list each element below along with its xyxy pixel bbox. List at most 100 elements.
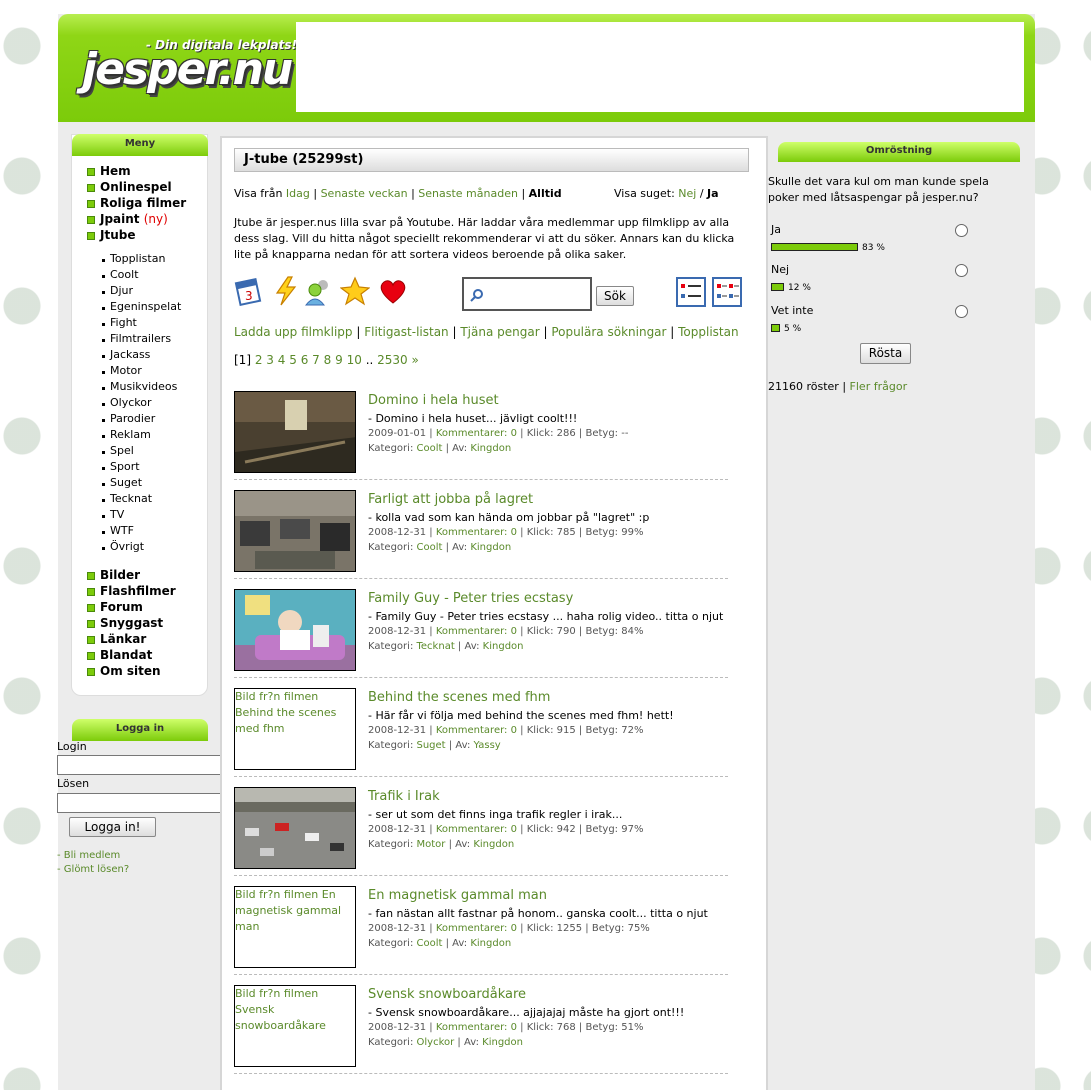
video-comments-link[interactable]: Kommentarer: 0 [436, 626, 517, 637]
filter-always[interactable]: Alltid [529, 187, 562, 200]
video-thumbnail[interactable] [234, 391, 356, 473]
video-comments-link[interactable]: Kommentarer: 0 [436, 428, 517, 439]
submenu-item-13[interactable]: Sport [102, 459, 140, 475]
submenu-item-11[interactable]: Reklam [102, 427, 151, 443]
password-input[interactable] [57, 793, 234, 813]
suget-no-link[interactable]: Nej [678, 187, 696, 200]
submenu-item-1[interactable]: Coolt [102, 267, 139, 283]
menu-item-bottom-2[interactable]: Forum [87, 599, 143, 615]
toplist-link[interactable]: Topplistan [678, 325, 738, 339]
menu-item-2[interactable]: Roliga filmer [86, 195, 186, 211]
flitigast-link[interactable]: Flitigast-listan [364, 325, 448, 339]
lightning-icon[interactable] [271, 276, 301, 306]
suget-yes-link[interactable]: Ja [707, 187, 719, 200]
submenu-item-3[interactable]: Egeninspelat [101, 299, 181, 315]
earn-money-link[interactable]: Tjäna pengar [460, 325, 539, 339]
submenu-item-18[interactable]: Övrigt [101, 539, 144, 555]
poll-option-radio[interactable] [955, 264, 968, 277]
video-category-link[interactable]: Olyckor [417, 1037, 455, 1048]
submenu-item-7[interactable]: Motor [102, 363, 142, 379]
video-thumbnail[interactable]: Bild fr?n filmen Behind the scenes med f… [234, 688, 356, 770]
popular-searches-link[interactable]: Populära sökningar [551, 325, 666, 339]
video-comments-link[interactable]: Kommentarer: 0 [436, 824, 517, 835]
grid-view-icon[interactable] [712, 277, 742, 307]
page-link[interactable]: 9 [335, 353, 343, 367]
submenu-item-15[interactable]: Tecknat [101, 491, 152, 507]
video-title[interactable]: Svensk snowboardåkare [368, 987, 526, 1002]
filter-week[interactable]: Senaste veckan [321, 187, 408, 200]
video-title[interactable]: Farligt att jobba på lagret [368, 492, 533, 507]
login-input[interactable] [57, 755, 234, 775]
submenu-item-0[interactable]: Topplistan [101, 251, 165, 267]
menu-item-bottom-4[interactable]: Länkar [86, 631, 146, 647]
video-category-link[interactable]: Coolt [417, 938, 443, 949]
video-author-link[interactable]: Kingdon [483, 641, 524, 652]
menu-item-jtube[interactable]: Jtube [86, 227, 135, 243]
poll-option-radio[interactable] [955, 224, 968, 237]
submenu-item-12[interactable]: Spel [102, 443, 134, 459]
menu-item-bottom-0[interactable]: Bilder [86, 567, 140, 583]
page-link[interactable]: 10 [347, 353, 362, 367]
video-thumbnail[interactable] [234, 490, 356, 572]
menu-item-jpaint[interactable]: Jpaint (ny) [87, 211, 168, 227]
page-link[interactable]: 2 [255, 353, 263, 367]
filter-month[interactable]: Senaste månaden [418, 187, 518, 200]
submenu-item-8[interactable]: Musikvideos [101, 379, 177, 395]
submenu-item-2[interactable]: Djur [101, 283, 133, 299]
video-thumbnail[interactable] [234, 787, 356, 869]
video-category-link[interactable]: Suget [417, 740, 446, 751]
submenu-item-14[interactable]: Suget [101, 475, 142, 491]
page-link[interactable]: 4 [278, 353, 286, 367]
menu-item-bottom-1[interactable]: Flashfilmer [87, 583, 176, 599]
page-link[interactable]: 7 [312, 353, 320, 367]
upload-link[interactable]: Ladda upp filmklipp [234, 325, 353, 339]
page-link[interactable]: 8 [324, 353, 332, 367]
video-title[interactable]: Trafik i Irak [368, 789, 440, 804]
video-comments-link[interactable]: Kommentarer: 0 [436, 527, 517, 538]
page-link[interactable]: 6 [301, 353, 309, 367]
menu-item-bottom-6[interactable]: Om siten [87, 663, 161, 679]
menu-item-bottom-5[interactable]: Blandat [86, 647, 152, 663]
menu-item-bottom-3[interactable]: Snyggast [86, 615, 163, 631]
last-page-link[interactable]: 2530 » [377, 353, 419, 367]
video-category-link[interactable]: Tecknat [417, 641, 455, 652]
page-link[interactable]: 3 [266, 353, 274, 367]
video-title[interactable]: Domino i hela huset [368, 393, 499, 408]
video-author-link[interactable]: Kingdon [482, 1037, 523, 1048]
submenu-item-16[interactable]: TV [101, 507, 124, 523]
vote-button[interactable]: Rösta [860, 343, 911, 364]
video-category-link[interactable]: Motor [417, 839, 446, 850]
calendar-icon[interactable]: 3 [234, 276, 264, 306]
forgot-password-link[interactable]: - Glömt lösen? [57, 864, 129, 875]
more-questions-link[interactable]: Fler frågor [850, 380, 908, 393]
submenu-item-5[interactable]: Filmtrailers [101, 331, 171, 347]
video-author-link[interactable]: Kingdon [470, 443, 511, 454]
video-comments-link[interactable]: Kommentarer: 0 [436, 725, 517, 736]
video-comments-link[interactable]: Kommentarer: 0 [436, 1022, 517, 1033]
site-logo[interactable]: jesper.nu [82, 44, 293, 95]
submenu-item-17[interactable]: WTF [102, 523, 134, 539]
video-title[interactable]: Behind the scenes med fhm [368, 690, 550, 705]
video-author-link[interactable]: Kingdon [470, 542, 511, 553]
submenu-item-4[interactable]: Fight [102, 315, 137, 331]
video-category-link[interactable]: Coolt [417, 443, 443, 454]
video-thumbnail[interactable] [234, 589, 356, 671]
menu-item-1[interactable]: Onlinespel [87, 179, 172, 195]
video-thumbnail[interactable]: Bild fr?n filmen Svensk snowboardåkare [234, 985, 356, 1067]
search-button[interactable]: Sök [596, 286, 634, 306]
submenu-item-10[interactable]: Parodier [101, 411, 155, 427]
video-author-link[interactable]: Yassy [474, 740, 501, 751]
video-author-link[interactable]: Kingdon [470, 938, 511, 949]
page-link[interactable]: 5 [289, 353, 297, 367]
submenu-item-9[interactable]: Olyckor [102, 395, 152, 411]
register-link[interactable]: - Bli medlem [57, 850, 120, 861]
video-thumbnail[interactable]: Bild fr?n filmen En magnetisk gammal man [234, 886, 356, 968]
video-title[interactable]: Family Guy - Peter tries ecstasy [368, 591, 573, 606]
video-author-link[interactable]: Kingdon [473, 839, 514, 850]
menu-item-0[interactable]: Hem [87, 163, 131, 179]
heart-icon[interactable] [378, 276, 408, 306]
video-comments-link[interactable]: Kommentarer: 0 [436, 923, 517, 934]
filter-today[interactable]: Idag [286, 187, 310, 200]
video-title[interactable]: En magnetisk gammal man [368, 888, 547, 903]
users-icon[interactable] [304, 276, 334, 306]
